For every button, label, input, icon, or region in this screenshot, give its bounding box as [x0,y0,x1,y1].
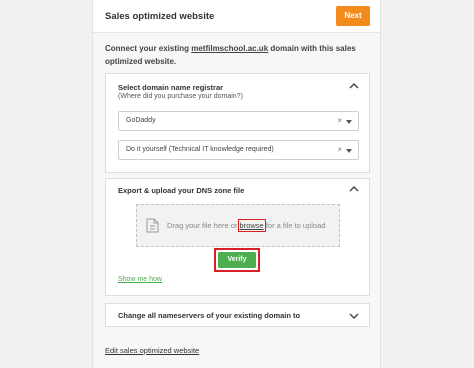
panel-header: Sales optimized website Next [93,0,380,33]
clear-icon[interactable]: × [337,145,342,154]
edit-website-link[interactable]: Edit sales optimized website [105,346,199,355]
dropzone-text: Drag your file here or browse for a file… [167,219,326,232]
intro-prefix: Connect your existing [105,44,192,53]
show-me-how-link[interactable]: Show me how [118,276,162,283]
caret-down-icon[interactable] [346,120,352,124]
domain-name: metfilmschool.ac.uk [191,44,269,53]
chevron-up-icon[interactable] [349,185,359,193]
clear-icon[interactable]: × [337,116,342,125]
setup-panel: Sales optimized website Next Connect you… [92,0,381,368]
chevron-down-icon[interactable] [349,312,359,320]
registrar-heading: Select domain name registrar [118,83,224,92]
method-select[interactable]: Do it yourself (Technical IT knowledge r… [118,140,359,160]
dropzone-suffix: for a file to upload [263,221,326,230]
verify-button[interactable]: Verify [218,252,256,268]
file-upload-icon [146,218,159,233]
browse-link[interactable]: browse [237,219,266,232]
method-select-value: Do it yourself (Technical IT knowledge r… [126,146,274,153]
dropzone-prefix: Drag your file here or [167,221,240,230]
caret-down-icon[interactable] [346,149,352,153]
dns-upload-card: Export & upload your DNS zone file Drag … [105,178,370,296]
chevron-up-icon[interactable] [349,82,359,90]
nameservers-heading: Change all nameservers of your existing … [118,311,301,320]
verify-highlight: Verify [214,248,260,272]
nameservers-card[interactable]: Change all nameservers of your existing … [105,303,370,327]
file-dropzone[interactable]: Drag your file here or browse for a file… [136,204,340,247]
registrar-subheading: (Where did you purchase your domain?) [118,93,243,100]
registrar-select-value: GoDaddy [126,117,156,124]
dns-heading: Export & upload your DNS zone file [118,186,245,195]
registrar-card: Select domain name registrar (Where did … [105,73,370,173]
next-button[interactable]: Next [336,6,370,26]
registrar-select[interactable]: GoDaddy × [118,111,359,131]
page-title: Sales optimized website [105,11,215,22]
intro-text: Connect your existing metfilmschool.ac.u… [105,43,373,68]
